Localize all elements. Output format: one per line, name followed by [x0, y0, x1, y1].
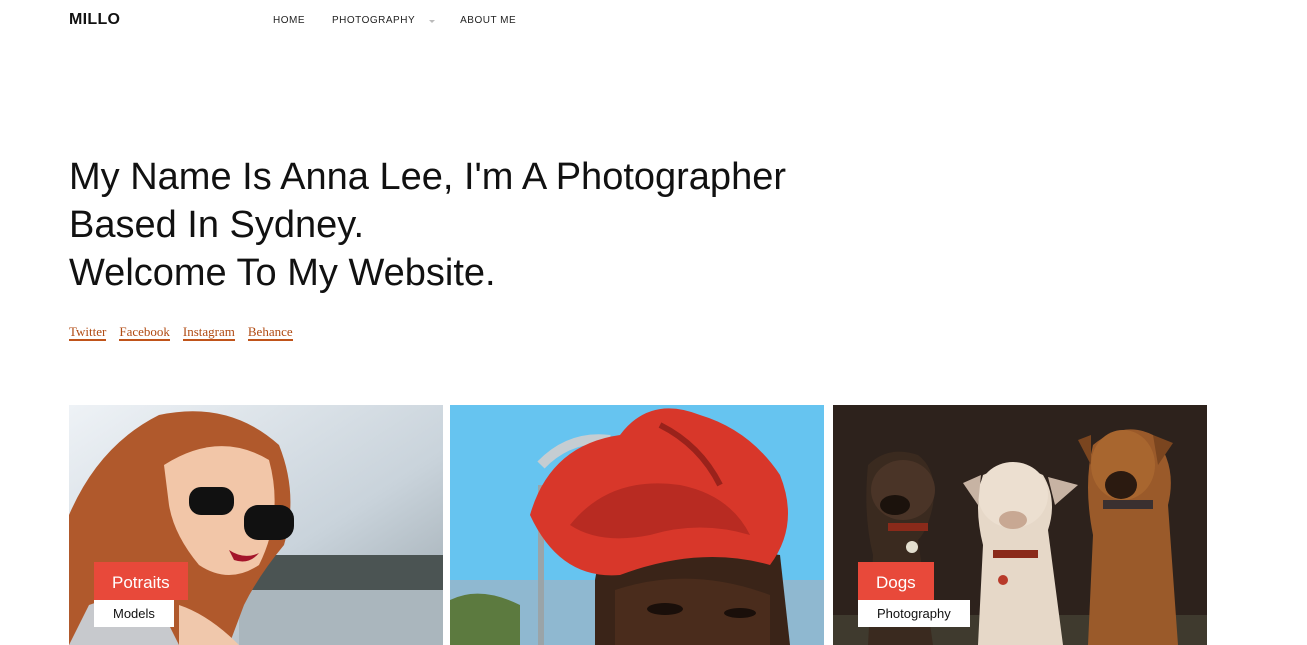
hero-line-1: My Name Is Anna Lee, I'm A Photographer: [69, 156, 786, 198]
social-links: Twitter Facebook Instagram Behance: [69, 324, 306, 341]
nav-home-label: HOME: [273, 15, 305, 26]
hero-heading: My Name Is Anna Lee, I'm A Photographer …: [69, 153, 889, 297]
gallery-card-portraits[interactable]: Potraits Models: [69, 405, 443, 645]
nav-item-photography[interactable]: PHOTOGRAPHY: [332, 15, 436, 26]
headwrap-photo: [450, 405, 824, 645]
hero-line-2: Based In Sydney.: [69, 204, 365, 246]
nav-photography-label: PHOTOGRAPHY: [332, 15, 416, 26]
hero-line-3: Welcome To My Website.: [69, 252, 496, 294]
nav-about-label: ABOUT ME: [460, 15, 517, 26]
twitter-link[interactable]: Twitter: [69, 324, 107, 341]
nav-item-home[interactable]: HOME: [273, 15, 305, 26]
site-logo[interactable]: MILLO: [69, 11, 120, 29]
nav-item-about[interactable]: ABOUT ME: [460, 15, 516, 26]
gallery-card-headwrap[interactable]: [450, 405, 824, 645]
site-header: MILLO HOME PHOTOGRAPHY ABOUT ME: [0, 0, 1307, 42]
facebook-link[interactable]: Facebook: [119, 324, 170, 341]
portfolio-gallery: Potraits Models Dogs Photography: [0, 405, 1307, 645]
main-nav: HOME PHOTOGRAPHY ABOUT ME: [273, 15, 516, 26]
card-title-tag[interactable]: Potraits: [94, 562, 188, 600]
card-category-label[interactable]: Models: [94, 600, 174, 627]
gallery-card-dogs[interactable]: Dogs Photography: [833, 405, 1207, 645]
behance-link[interactable]: Behance: [247, 324, 293, 341]
instagram-link[interactable]: Instagram: [182, 324, 235, 341]
card-title-tag[interactable]: Dogs: [858, 562, 934, 600]
card-category-label[interactable]: Photography: [858, 600, 970, 627]
chevron-down-icon: [429, 20, 436, 23]
